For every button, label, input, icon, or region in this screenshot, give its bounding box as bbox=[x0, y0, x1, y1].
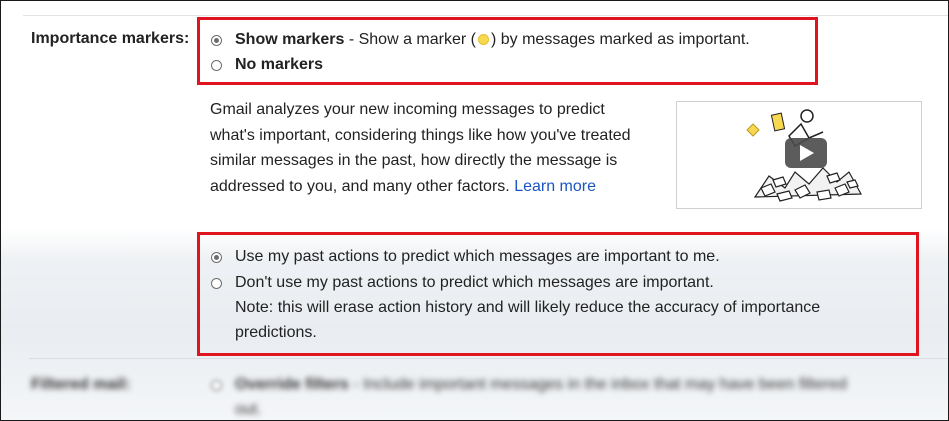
filtered-mail-label: Filtered mail: bbox=[31, 376, 131, 393]
settings-panel: Importance markers: Show markers - Show … bbox=[0, 0, 949, 421]
highlight-box-predict bbox=[197, 232, 919, 356]
override-filters-radio[interactable] bbox=[211, 380, 222, 391]
override-filters-title: Override filters bbox=[235, 376, 349, 393]
importance-markers-label: Importance markers: bbox=[31, 30, 190, 47]
video-illustration bbox=[746, 109, 862, 202]
video-thumbnail[interactable] bbox=[676, 101, 922, 209]
learn-more-link[interactable]: Learn more bbox=[514, 178, 596, 195]
divider bbox=[23, 15, 948, 16]
override-filters-desc: - Include important messages in the inbo… bbox=[348, 376, 847, 393]
highlight-box-markers bbox=[197, 17, 818, 85]
importance-description: Gmail analyzes your new incoming message… bbox=[210, 97, 650, 199]
play-icon bbox=[785, 138, 827, 168]
override-filters-option[interactable]: Override filters - Include important mes… bbox=[235, 376, 847, 394]
divider bbox=[29, 358, 948, 359]
override-filters-desc-2: out. bbox=[235, 401, 262, 418]
